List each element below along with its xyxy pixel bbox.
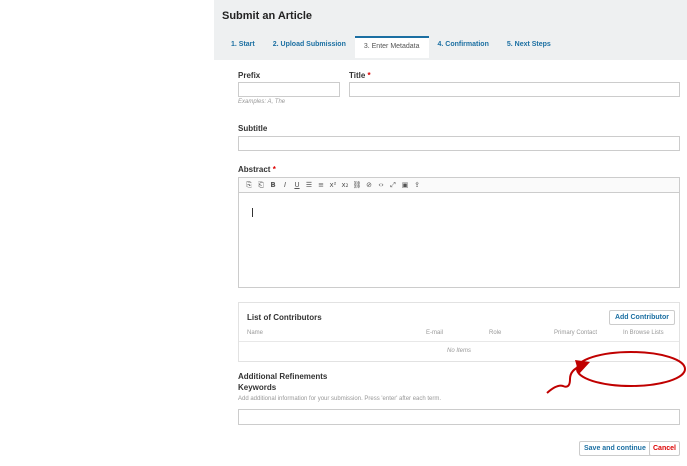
link-icon[interactable]: ⛓	[351, 181, 363, 189]
paste-icon[interactable]: ⎗	[255, 181, 267, 190]
column-email[interactable]: E-mail	[426, 330, 443, 336]
prefix-label: Prefix	[238, 71, 261, 80]
keywords-help: Add additional information for your subm…	[238, 396, 442, 402]
tab-start[interactable]: 1. Start	[222, 36, 264, 58]
left-sidebar	[0, 0, 214, 466]
refinements-heading: Additional Refinements	[238, 372, 328, 381]
column-primary-contact[interactable]: Primary Contact	[554, 330, 597, 336]
editor-toolbar: ⎘ ⎗ B I U ☰ ≡ x² x₂ ⛓ ⊘ ‹› ⤢ ▣ ⇪	[238, 177, 680, 193]
empty-state: No Items	[446, 348, 471, 354]
numbered-list-icon[interactable]: ≡	[315, 181, 327, 189]
abstract-label: Abstract *	[238, 165, 276, 174]
image-icon[interactable]: ▣	[399, 181, 411, 189]
subscript-icon[interactable]: x₂	[339, 181, 351, 189]
page-title: Submit an Article	[222, 10, 313, 22]
superscript-icon[interactable]: x²	[327, 181, 339, 189]
copy-icon[interactable]: ⎘	[243, 181, 255, 190]
column-in-browse-lists[interactable]: In Browse Lists	[623, 330, 664, 336]
subtitle-label: Subtitle	[238, 124, 268, 133]
abstract-editor[interactable]	[238, 193, 680, 288]
title-label: Title *	[349, 71, 371, 80]
code-icon[interactable]: ‹›	[375, 181, 387, 189]
keywords-label: Keywords	[238, 383, 277, 392]
text-cursor	[252, 208, 253, 217]
tab-upload-submission[interactable]: 2. Upload Submission	[264, 36, 355, 58]
bold-icon[interactable]: B	[267, 181, 279, 189]
column-role[interactable]: Role	[489, 330, 501, 336]
subtitle-field[interactable]	[238, 136, 680, 151]
prefix-field[interactable]	[238, 82, 340, 97]
fullscreen-icon[interactable]: ⤢	[387, 181, 399, 190]
title-field[interactable]	[349, 82, 680, 97]
column-name[interactable]: Name	[247, 330, 263, 336]
wizard-tabs: 1. Start 2. Upload Submission 3. Enter M…	[222, 36, 560, 58]
add-contributor-button[interactable]: Add Contributor	[608, 310, 675, 325]
tab-confirmation[interactable]: 4. Confirmation	[429, 36, 498, 58]
required-mark: *	[367, 71, 371, 80]
keywords-field[interactable]	[238, 409, 680, 425]
underline-icon[interactable]: U	[291, 181, 303, 189]
tab-next-steps[interactable]: 5. Next Steps	[498, 36, 560, 58]
unlink-icon[interactable]: ⊘	[363, 181, 375, 189]
required-mark: *	[272, 165, 276, 174]
upload-icon[interactable]: ⇪	[411, 181, 423, 189]
contributors-panel: List of Contributors Add Contributor Nam…	[238, 302, 680, 362]
italic-icon[interactable]: I	[279, 181, 291, 189]
contributors-title: List of Contributors	[247, 313, 322, 322]
cancel-button[interactable]: Cancel	[649, 441, 680, 456]
tab-enter-metadata[interactable]: 3. Enter Metadata	[354, 36, 429, 58]
prefix-hint: Examples: A, The	[238, 99, 286, 105]
table-divider	[239, 341, 679, 342]
save-and-continue-button[interactable]: Save and continue	[579, 441, 651, 456]
bullet-list-icon[interactable]: ☰	[303, 181, 315, 189]
